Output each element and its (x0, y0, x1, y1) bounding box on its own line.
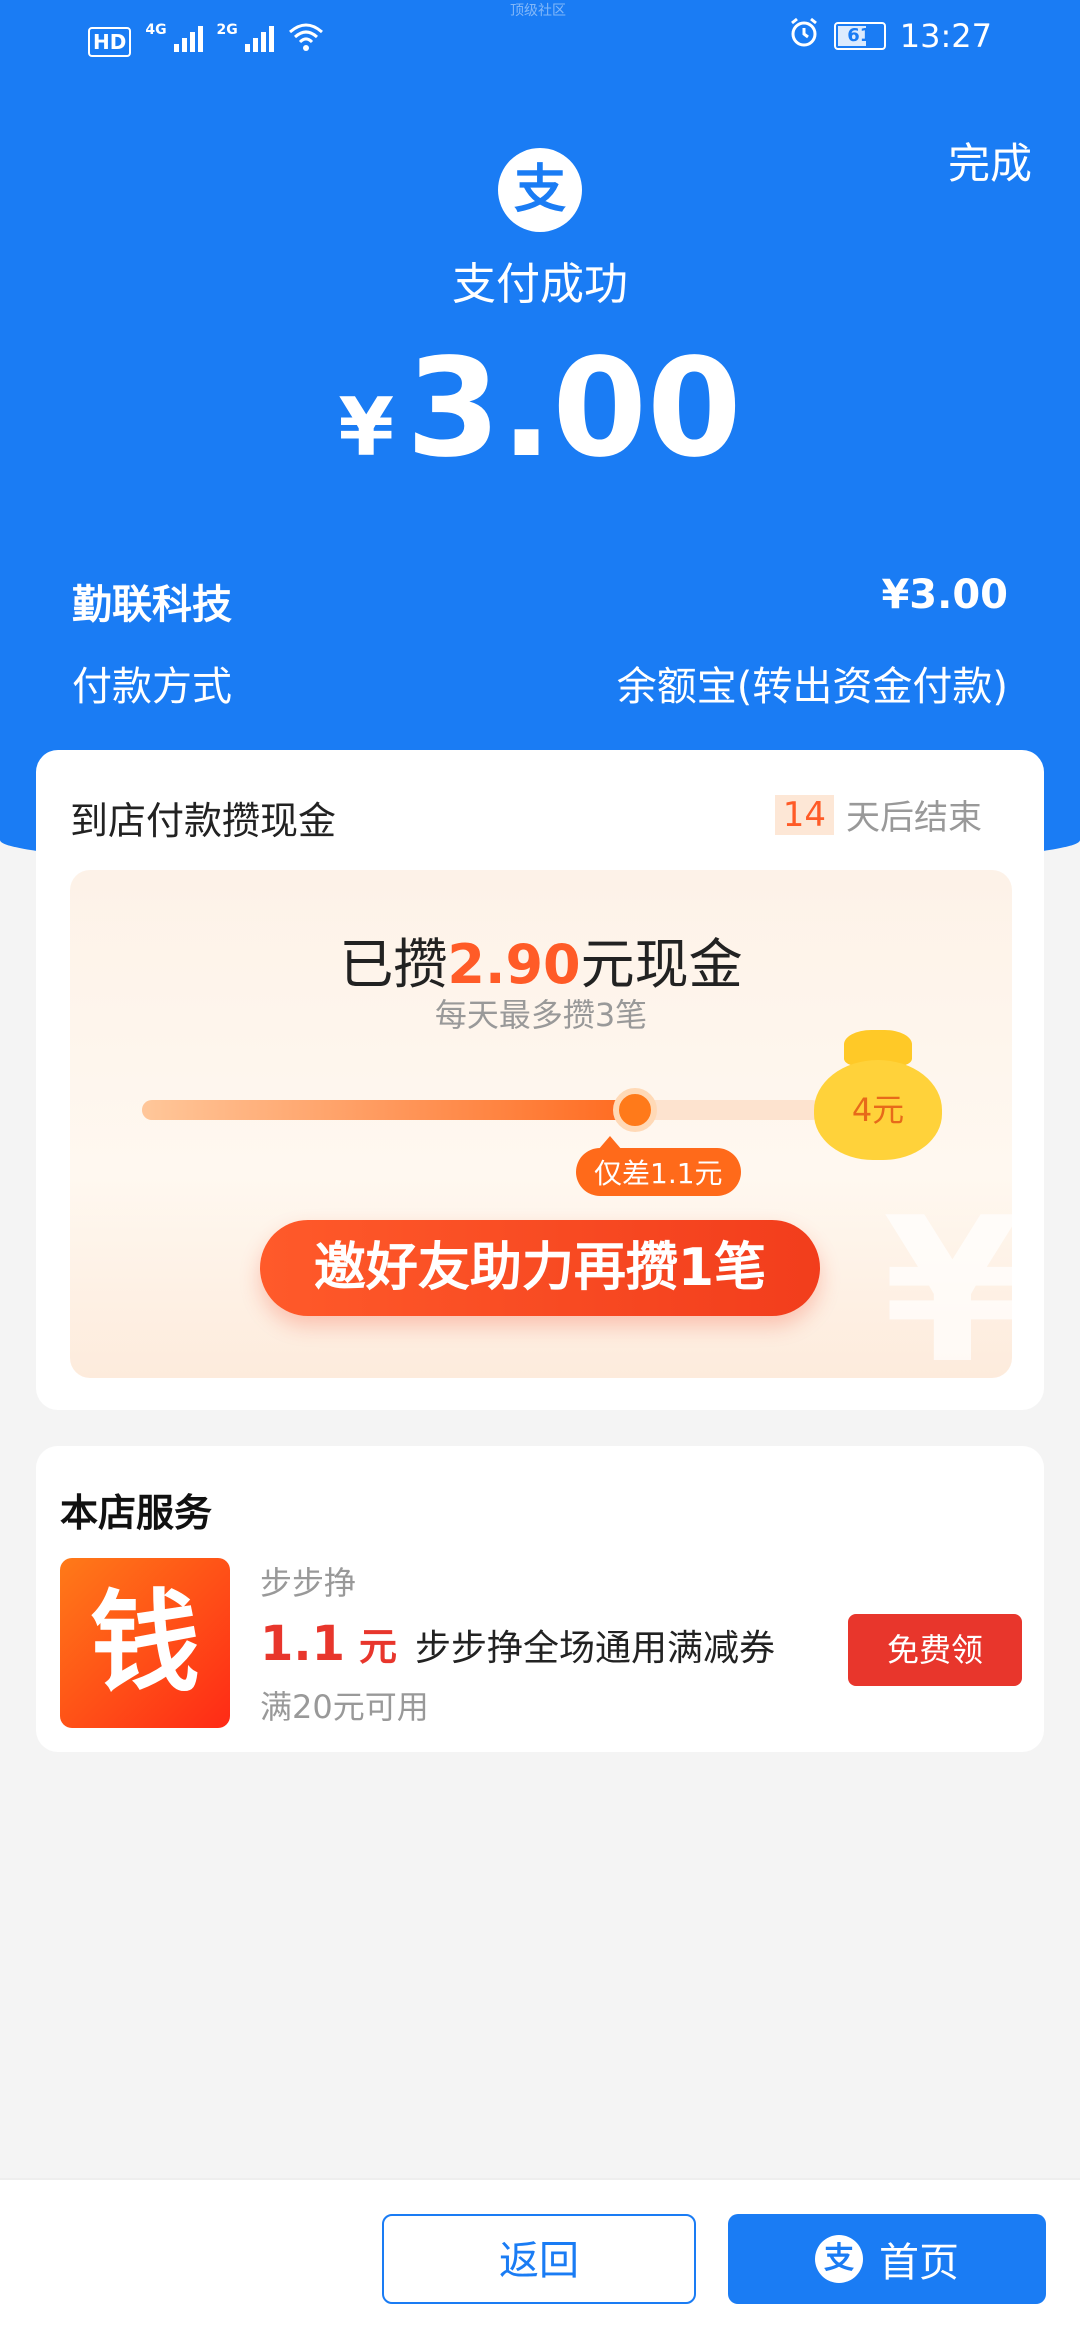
payment-method-value: 余额宝(转出资金付款) (616, 664, 1008, 710)
alipay-logo-icon: 支 (498, 148, 582, 232)
network-4g-label: 4G (145, 22, 167, 38)
goal-label: 4元 (814, 1060, 942, 1160)
days-left: 14 (774, 794, 834, 835)
alarm-icon (788, 16, 820, 56)
countdown: 14 天后结束 (774, 790, 982, 839)
money-bag-icon: 4元 (814, 1030, 942, 1160)
alipay-logo-icon: 支 (815, 2235, 863, 2283)
coupon-amount: 1.1 (260, 1616, 346, 1672)
payment-amount: ¥3.00 (0, 330, 1080, 488)
hd-icon: HD (88, 27, 132, 57)
status-watermark: 顶级社区 (510, 3, 566, 19)
home-label: 首页 (879, 2240, 959, 2286)
saved-summary: 已攒2.90元现金 (70, 920, 1012, 999)
network-2g-label: 2G (216, 22, 238, 38)
status-right: 61 13:27 (788, 16, 992, 56)
status-time: 13:27 (899, 17, 992, 55)
amount-value: 3.00 (406, 330, 742, 488)
status-left: HD 4G 2G (88, 22, 324, 57)
battery-icon: 61 (833, 22, 886, 50)
network-4g: 4G (145, 22, 203, 57)
signal-icon (244, 22, 274, 52)
saved-prefix: 已攒 (339, 933, 448, 996)
payment-method-label: 付款方式 (72, 664, 232, 710)
home-button[interactable]: 支 首页 (728, 2214, 1046, 2304)
bottom-bar: 返回 支 首页 (0, 2178, 1080, 2342)
wifi-icon (288, 22, 324, 57)
progress-knob (613, 1088, 657, 1132)
signal-icon (173, 22, 203, 52)
cashback-title: 到店付款攒现金 (70, 799, 337, 843)
payment-success-title: 支付成功 (452, 259, 628, 310)
merchant-name: 勤联科技 (72, 582, 232, 628)
claim-coupon-button[interactable]: 免费领 (848, 1614, 1022, 1686)
done-button[interactable]: 完成 (948, 130, 1032, 191)
payment-method-row: 付款方式 余额宝(转出资金付款) (72, 654, 1008, 712)
merchant-row: 勤联科技 ¥3.00 (72, 572, 1008, 630)
coupon-name: 步步挣全场通用满减券 (415, 1628, 776, 1669)
saved-suffix: 元现金 (580, 933, 743, 996)
progress-track (142, 1088, 822, 1132)
saved-amount: 2.90 (447, 933, 581, 996)
back-button[interactable]: 返回 (382, 2214, 696, 2304)
yen-watermark-icon: ¥ (882, 1175, 1012, 1378)
days-suffix: 天后结束 (846, 798, 982, 838)
services-title: 本店服务 (60, 1491, 213, 1535)
currency-symbol: ¥ (338, 381, 395, 474)
network-2g: 2G (217, 22, 274, 57)
coupon-line: 1.1 元步步挣全场通用满减券 (260, 1616, 775, 1672)
merchant-amount: ¥3.00 (881, 572, 1008, 618)
battery-level: 61 (847, 25, 873, 46)
invite-friends-button[interactable]: 邀好友助力再攒1笔 (260, 1220, 820, 1316)
coupon-unit: 元 (359, 1625, 398, 1669)
coupon-app-icon[interactable]: 钱 (60, 1558, 230, 1728)
store-services-card: 本店服务 钱 步步挣 1.1 元步步挣全场通用满减券 满20元可用 免费领 (36, 1446, 1044, 1752)
coupon-source: 步步挣 (260, 1564, 357, 1602)
cashback-panel: ¥ 已攒2.90元现金 每天最多攒3笔 4元 仅差1.1元 邀好友助力再攒1笔 (70, 870, 1012, 1378)
coupon-condition: 满20元可用 (260, 1688, 429, 1726)
status-bar: HD 4G 2G 顶级社区 61 13:27 (0, 0, 1080, 80)
cashback-card: 到店付款攒现金 14 天后结束 ¥ 已攒2.90元现金 每天最多攒3笔 4元 仅… (36, 750, 1044, 1410)
progress-fill (142, 1100, 635, 1120)
gap-tooltip: 仅差1.1元 (576, 1136, 741, 1196)
